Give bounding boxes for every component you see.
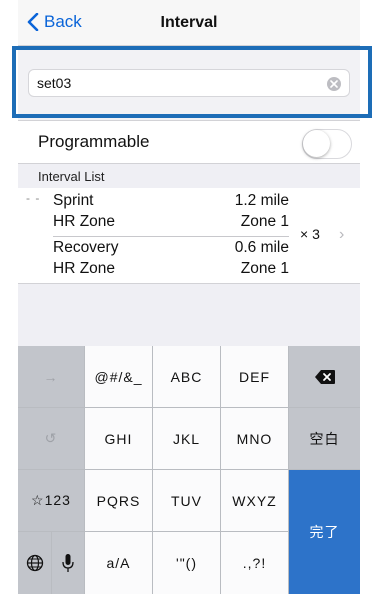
phone-screen: Back Interval Programmable Interval List…	[18, 0, 360, 594]
segment-name: Sprint	[53, 192, 94, 209]
key-label: GHI	[104, 430, 133, 447]
segment-divider	[53, 236, 289, 237]
key-case[interactable]: a/A	[85, 532, 153, 594]
key-label: '"()	[176, 555, 197, 571]
chevron-right-icon: ›	[339, 226, 345, 243]
microphone-icon	[62, 554, 74, 572]
key-label: ☆123	[31, 492, 71, 508]
key-label: .,?!	[242, 555, 267, 571]
navigation-bar: Back Interval	[18, 0, 360, 46]
key-symbols[interactable]: @#/&_	[85, 346, 153, 408]
key-next-arrow[interactable]: →	[18, 346, 85, 408]
interval-group[interactable]: - - Sprint 1.2 mile HR Zone Zone 1 Recov…	[18, 188, 360, 284]
key-label: @#/&_	[94, 368, 143, 385]
programmable-row: Programmable	[18, 120, 360, 164]
page-title: Interval	[160, 14, 218, 31]
key-label: WXYZ	[232, 492, 277, 509]
key-jkl[interactable]: JKL	[153, 408, 221, 470]
backspace-icon	[314, 369, 335, 384]
key-ghi[interactable]: GHI	[85, 408, 153, 470]
arrow-right-icon: →	[43, 368, 59, 385]
key-label: DEF	[239, 368, 270, 385]
segment-zone-label: HR Zone	[53, 213, 116, 230]
key-label: 完了	[309, 524, 340, 540]
segment-distance: 0.6 mile	[234, 239, 289, 256]
toggle-knob	[303, 130, 330, 157]
segment-zone-value: Zone 1	[240, 213, 289, 230]
key-label: PQRS	[96, 492, 141, 509]
key-quotes[interactable]: '"()	[153, 532, 221, 594]
name-input[interactable]	[37, 75, 317, 91]
drag-handle-icon[interactable]: - -	[26, 191, 40, 205]
key-label: JKL	[172, 430, 201, 447]
key-abc[interactable]: ABC	[153, 346, 221, 408]
key-tuv[interactable]: TUV	[153, 470, 221, 532]
programmable-label: Programmable	[38, 132, 150, 151]
clear-icon[interactable]	[327, 77, 341, 91]
key-pqrs[interactable]: PQRS	[85, 470, 153, 532]
programmable-toggle[interactable]	[302, 129, 352, 159]
key-mno[interactable]: MNO	[221, 408, 289, 470]
interval-list-title: Interval List	[38, 169, 105, 184]
keyboard: → @#/&_ ABC DEF ↺ GHI JKL MNO 空白 ☆123 PQ…	[18, 346, 360, 594]
empty-list-area	[18, 284, 360, 346]
key-label: TUV	[171, 492, 202, 509]
name-field[interactable]	[28, 69, 350, 97]
interval-list-header: Interval List	[18, 164, 360, 188]
key-globe[interactable]	[18, 532, 52, 594]
undo-icon: ↺	[44, 430, 58, 446]
globe-icon	[26, 554, 43, 572]
segment-zone-value: Zone 1	[240, 260, 289, 277]
key-label: a/A	[106, 555, 131, 571]
key-label: MNO	[236, 430, 273, 447]
key-numbers[interactable]: ☆123	[18, 470, 85, 532]
key-wxyz[interactable]: WXYZ	[221, 470, 289, 532]
key-space[interactable]: 空白	[289, 408, 360, 470]
key-label: 空白	[309, 430, 340, 447]
repeat-count: × 3	[300, 226, 320, 242]
segment-zone-label: HR Zone	[53, 260, 116, 277]
segment-distance: 1.2 mile	[234, 192, 289, 209]
key-label: ABC	[170, 368, 203, 385]
name-field-section	[18, 46, 360, 120]
key-delete[interactable]	[289, 346, 360, 408]
key-dictation[interactable]	[52, 532, 85, 594]
key-def[interactable]: DEF	[221, 346, 289, 408]
key-done[interactable]: 完了	[289, 470, 360, 594]
segment-name: Recovery	[53, 239, 119, 256]
key-undo[interactable]: ↺	[18, 408, 85, 470]
key-punctuation[interactable]: .,?!	[221, 532, 289, 594]
